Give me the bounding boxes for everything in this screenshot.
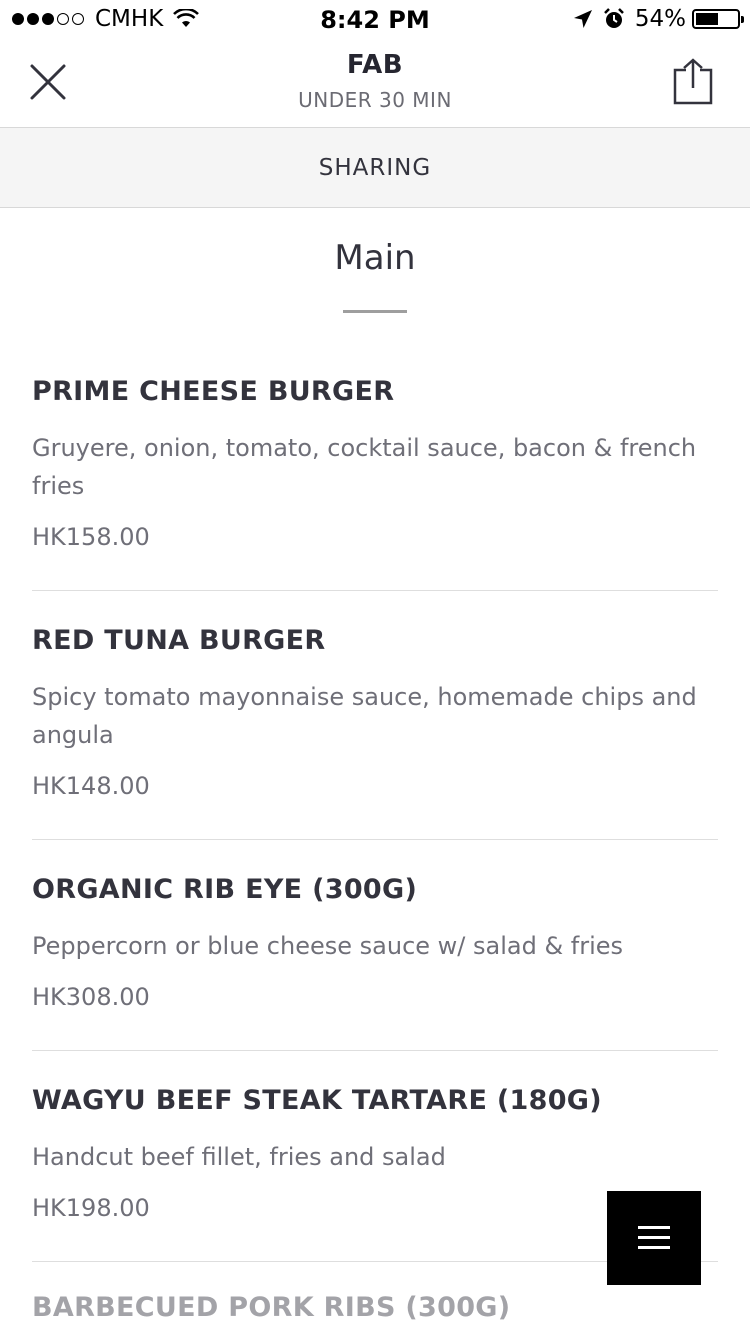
- share-icon: [673, 58, 713, 105]
- share-button[interactable]: [672, 58, 714, 106]
- location-arrow-icon: [573, 10, 592, 28]
- delivery-time: UNDER 30 MIN: [298, 88, 452, 112]
- menu-item-description: Handcut beef fillet, fries and salad: [32, 1143, 446, 1171]
- menu-item-description: Spicy tomato mayonnaise sauce, homemade …: [32, 683, 697, 749]
- menu-item[interactable]: PRIME CHEESE BURGER Gruyere, onion, toma…: [32, 376, 718, 591]
- sharing-button[interactable]: SHARING: [0, 128, 750, 208]
- battery-icon: [692, 9, 744, 29]
- menu-item-name: PRIME CHEESE BURGER: [32, 376, 395, 407]
- menu-item-name: RED TUNA BURGER: [32, 625, 326, 656]
- navigation-bar: FAB UNDER 30 MIN: [0, 40, 750, 128]
- menu-item-price: HK148.00: [32, 772, 150, 800]
- restaurant-title: FAB: [346, 50, 404, 80]
- menu-item-price: HK158.00: [32, 523, 150, 551]
- menu-item-description: Peppercorn or blue cheese sauce w/ salad…: [32, 932, 624, 960]
- menu-item-price: HK308.00: [32, 983, 150, 1011]
- menu-item[interactable]: ORGANIC RIB EYE (300G) Peppercorn or blu…: [32, 874, 718, 1051]
- menu-item-name[interactable]: BARBECUED PORK RIBS (300G): [32, 1292, 510, 1323]
- menu-item[interactable]: RED TUNA BURGER Spicy tomato mayonnaise …: [32, 625, 718, 840]
- alarm-icon: [603, 8, 624, 28]
- section-divider: [343, 310, 407, 313]
- menu-button[interactable]: [607, 1191, 701, 1285]
- menu-item-name: ORGANIC RIB EYE (300G): [32, 874, 418, 905]
- menu-item-name: WAGYU BEEF STEAK TARTARE (180G): [32, 1085, 602, 1116]
- status-right: 54%: [573, 6, 744, 32]
- status-bar: CMHK 8:42 PM 54%: [0, 0, 750, 40]
- menu-item-description: Gruyere, onion, tomato, cocktail sauce, …: [32, 434, 697, 500]
- section-title: Main: [334, 238, 416, 278]
- battery-percentage: 54%: [634, 6, 686, 32]
